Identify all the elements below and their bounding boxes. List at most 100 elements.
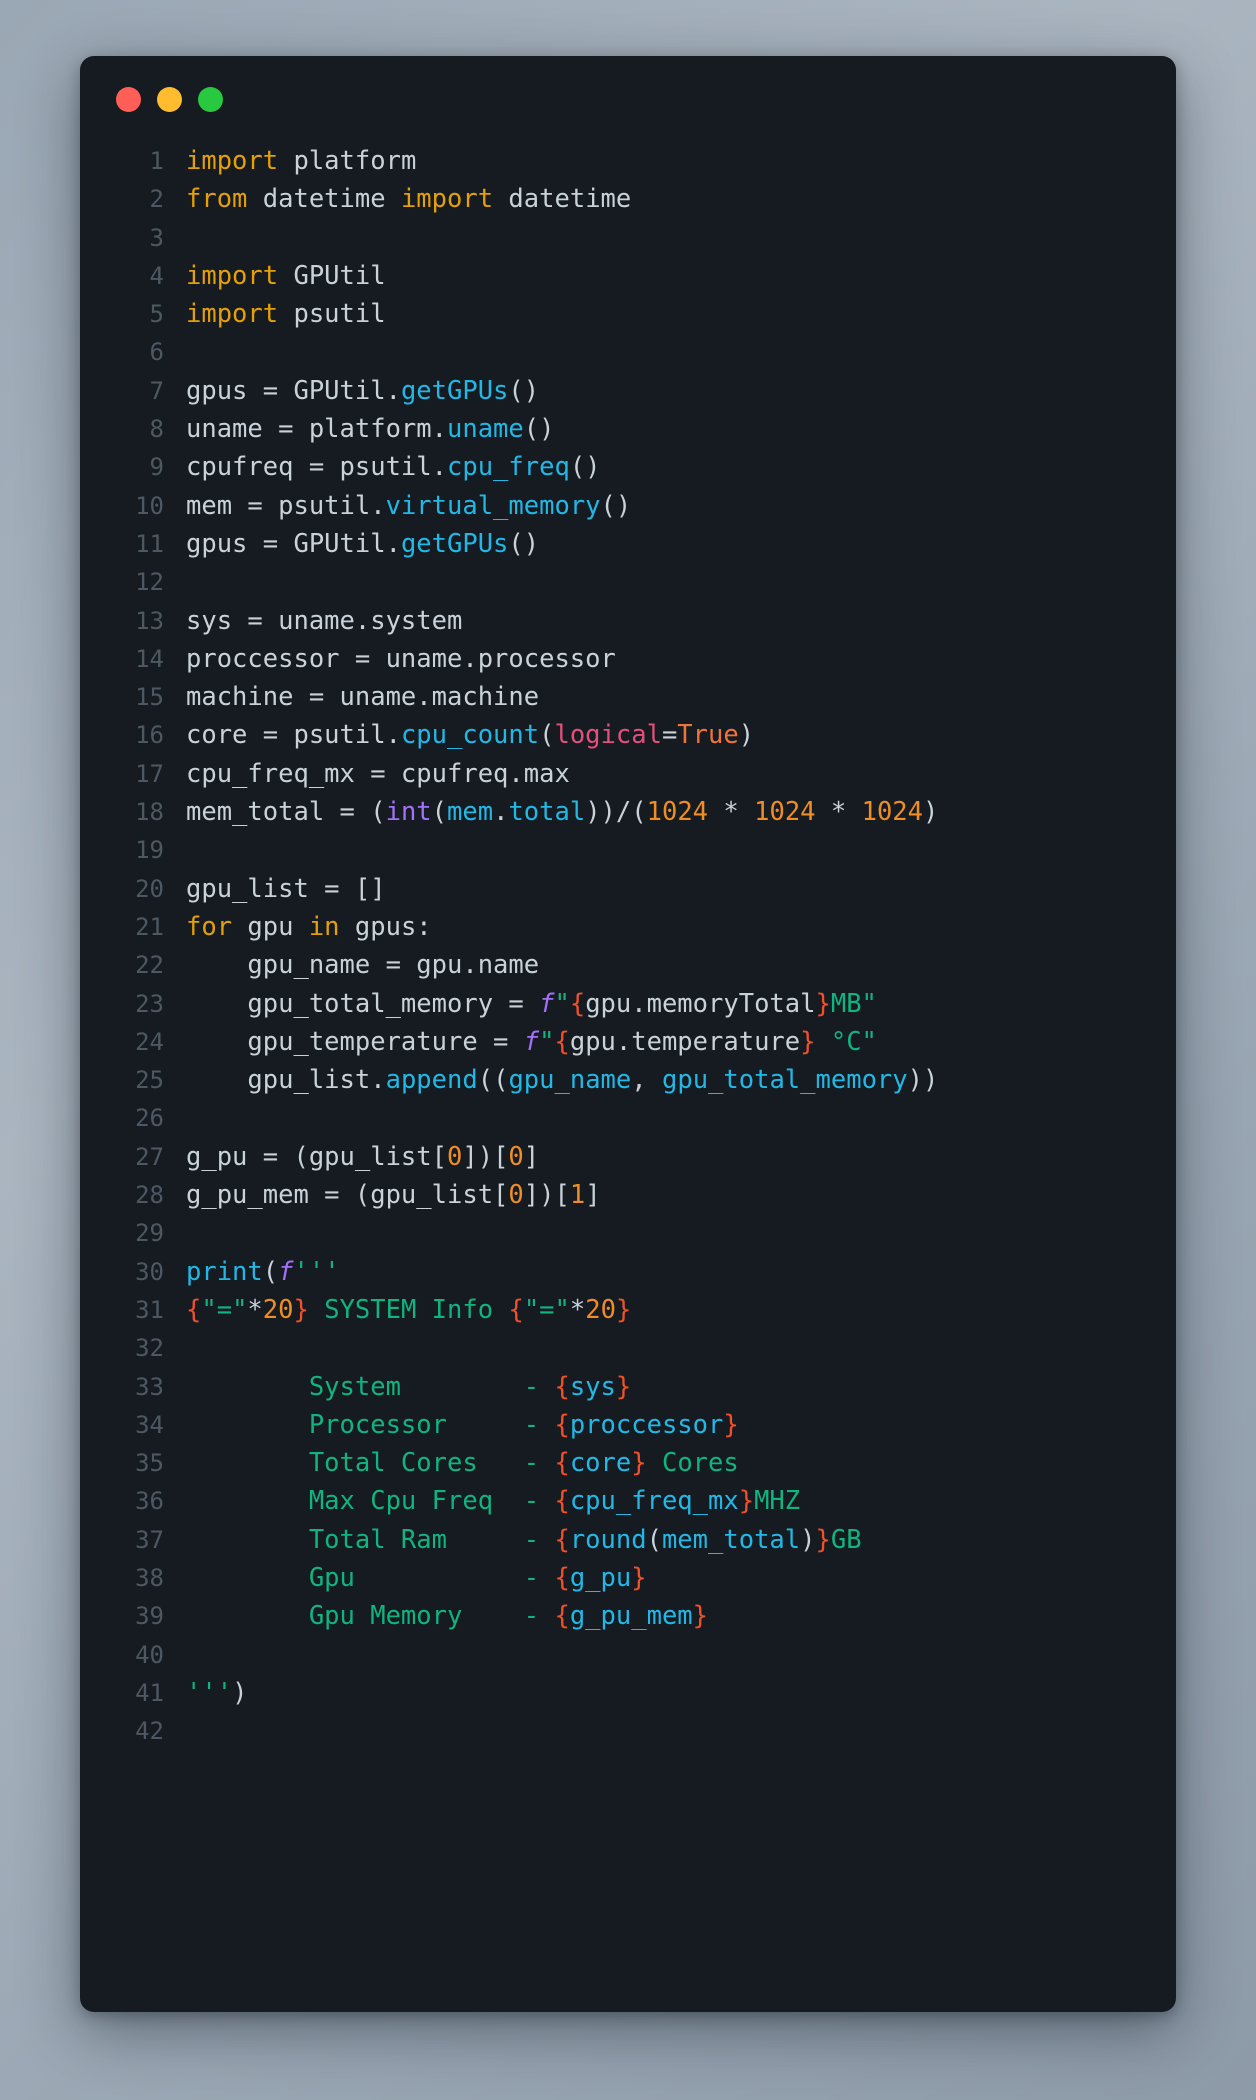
code-line[interactable]: 18 mem_total = (int(mem.total))/(1024 * 1… xyxy=(80,793,1176,831)
code-line-source: ''') xyxy=(186,1674,247,1712)
line-number: 37 xyxy=(135,1525,164,1554)
code-line[interactable]: 39 Gpu Memory - {g_pu_mem} xyxy=(80,1597,1176,1635)
code-line[interactable]: 13 sys = uname.system xyxy=(80,602,1176,640)
code-line[interactable]: 8 uname = platform.uname() xyxy=(80,410,1176,448)
code-token: } xyxy=(615,1294,632,1325)
code-line[interactable]: 30 print(f''' xyxy=(80,1253,1176,1291)
code-token: gpu_total_memory xyxy=(661,1065,908,1096)
code-line[interactable]: 15 machine = uname.machine xyxy=(80,678,1176,716)
code-line-source: Total Cores - {core} Cores xyxy=(186,1444,739,1482)
code-token: gpu_name = gpu.name xyxy=(186,950,540,981)
code-line-source: core = psutil.cpu_count(logical=True) xyxy=(186,716,754,754)
code-line[interactable]: 21 for gpu in gpus: xyxy=(80,908,1176,946)
code-line-source: gpu_temperature = f"{gpu.temperature} °C… xyxy=(186,1023,877,1061)
code-line[interactable]: 12 xyxy=(80,563,1176,601)
code-line[interactable]: 2 from datetime import datetime xyxy=(80,180,1176,218)
code-token: True xyxy=(677,720,739,751)
code-token: = xyxy=(661,720,678,751)
code-token: uname xyxy=(447,414,524,445)
code-token: getGPUs xyxy=(400,375,509,406)
line-number: 13 xyxy=(135,606,164,635)
code-line[interactable]: 19 xyxy=(80,831,1176,869)
code-line[interactable]: 4 import GPUtil xyxy=(80,257,1176,295)
code-token: " xyxy=(554,988,570,1019)
code-token: MHZ xyxy=(754,1486,801,1517)
code-line-source: gpu_total_memory = f"{gpu.memoryTotal}MB… xyxy=(186,985,877,1023)
code-line[interactable]: 16 core = psutil.cpu_count(logical=True) xyxy=(80,716,1176,754)
code-token: () xyxy=(523,414,555,445)
minimize-button[interactable] xyxy=(157,86,182,112)
code-line[interactable]: 34 Processor - {proccessor} xyxy=(80,1406,1176,1444)
code-line-source: print(f''' xyxy=(186,1253,340,1291)
line-number: 31 xyxy=(135,1295,164,1324)
code-token: ( xyxy=(646,1524,662,1555)
code-line[interactable]: 24 gpu_temperature = f"{gpu.temperature}… xyxy=(80,1023,1176,1061)
line-number: 8 xyxy=(149,415,164,444)
code-token: { xyxy=(554,1448,570,1479)
code-line[interactable]: 31 {"="*20} SYSTEM Info {"="*20} xyxy=(80,1291,1176,1329)
code-line[interactable]: 29 xyxy=(80,1214,1176,1252)
code-line[interactable]: 27 g_pu = (gpu_list[0])[0] xyxy=(80,1138,1176,1176)
code-line[interactable]: 33 System - {sys} xyxy=(80,1368,1176,1406)
code-token: } xyxy=(723,1409,739,1440)
code-token: sys = uname.system xyxy=(186,605,463,636)
line-number: 28 xyxy=(135,1181,164,1210)
code-line[interactable]: 9 cpufreq = psutil.cpu_freq() xyxy=(80,448,1176,486)
line-number: 18 xyxy=(135,798,164,827)
code-line[interactable]: 6 xyxy=(80,333,1176,371)
code-line[interactable]: 32 xyxy=(80,1329,1176,1367)
code-editor[interactable]: 1 import platform 2 from datetime import da… xyxy=(80,142,1176,1750)
code-line[interactable]: 41 ''') xyxy=(80,1674,1176,1712)
code-token: print xyxy=(186,1256,263,1287)
code-line-source: Processor - {proccessor} xyxy=(186,1406,739,1444)
code-token: Max Cpu Freq - xyxy=(186,1486,555,1517)
code-line[interactable]: 3 xyxy=(80,219,1176,257)
code-line-source: cpufreq = psutil.cpu_freq() xyxy=(186,448,601,486)
code-token: f xyxy=(539,988,555,1019)
code-token: ] xyxy=(523,1141,540,1172)
code-token: gpu_temperature = xyxy=(186,1026,524,1057)
code-line[interactable]: 17 cpu_freq_mx = cpufreq.max xyxy=(80,755,1176,793)
line-number: 21 xyxy=(135,912,164,941)
code-line[interactable]: 1 import platform xyxy=(80,142,1176,180)
code-line[interactable]: 28 g_pu_mem = (gpu_list[0])[1] xyxy=(80,1176,1176,1214)
code-line[interactable]: 11 gpus = GPUtil.getGPUs() xyxy=(80,525,1176,563)
code-token: 20 xyxy=(262,1294,294,1325)
code-line[interactable]: 26 xyxy=(80,1099,1176,1137)
line-number: 16 xyxy=(135,721,164,750)
line-number: 32 xyxy=(135,1334,164,1363)
code-line[interactable]: 36 Max Cpu Freq - {cpu_freq_mx}MHZ xyxy=(80,1482,1176,1520)
window-titlebar xyxy=(80,56,1176,142)
code-line[interactable]: 14 proccessor = uname.processor xyxy=(80,640,1176,678)
code-token: Total Cores - xyxy=(186,1448,555,1479)
code-token: gpus = GPUtil. xyxy=(186,528,401,559)
code-token: import xyxy=(400,184,494,215)
code-token: ( xyxy=(539,720,555,751)
code-token: Total Ram - xyxy=(186,1524,555,1555)
code-line[interactable]: 38 Gpu - {g_pu} xyxy=(80,1559,1176,1597)
code-token: cpu_count xyxy=(400,720,540,751)
code-token: ) xyxy=(800,1524,816,1555)
code-line[interactable]: 7 gpus = GPUtil.getGPUs() xyxy=(80,372,1176,410)
code-line[interactable]: 22 gpu_name = gpu.name xyxy=(80,946,1176,984)
code-token: gpu_total_memory = xyxy=(186,988,540,1019)
code-line[interactable]: 23 gpu_total_memory = f"{gpu.memoryTotal… xyxy=(80,985,1176,1023)
maximize-button[interactable] xyxy=(198,86,223,112)
close-button[interactable] xyxy=(116,86,141,112)
code-line[interactable]: 37 Total Ram - {round(mem_total)}GB xyxy=(80,1521,1176,1559)
code-line[interactable]: 35 Total Cores - {core} Cores xyxy=(80,1444,1176,1482)
code-token: in xyxy=(308,911,340,942)
code-line[interactable]: 25 gpu_list.append((gpu_name, gpu_total_… xyxy=(80,1061,1176,1099)
code-token: ])[ xyxy=(523,1180,570,1211)
code-line[interactable]: 20 gpu_list = [] xyxy=(80,870,1176,908)
code-token: g_pu_mem xyxy=(569,1601,693,1632)
code-line[interactable]: 42 xyxy=(80,1712,1176,1750)
code-line-source: gpus = GPUtil.getGPUs() xyxy=(186,372,539,410)
code-line[interactable]: 40 xyxy=(80,1636,1176,1674)
code-line[interactable]: 5 import psutil xyxy=(80,295,1176,333)
code-token: °C" xyxy=(815,1026,877,1057)
code-window: 1 import platform 2 from datetime import da… xyxy=(80,56,1176,2012)
code-token: "=" xyxy=(523,1294,570,1325)
code-token: mem_total xyxy=(661,1524,801,1555)
code-line[interactable]: 10 mem = psutil.virtual_memory() xyxy=(80,487,1176,525)
